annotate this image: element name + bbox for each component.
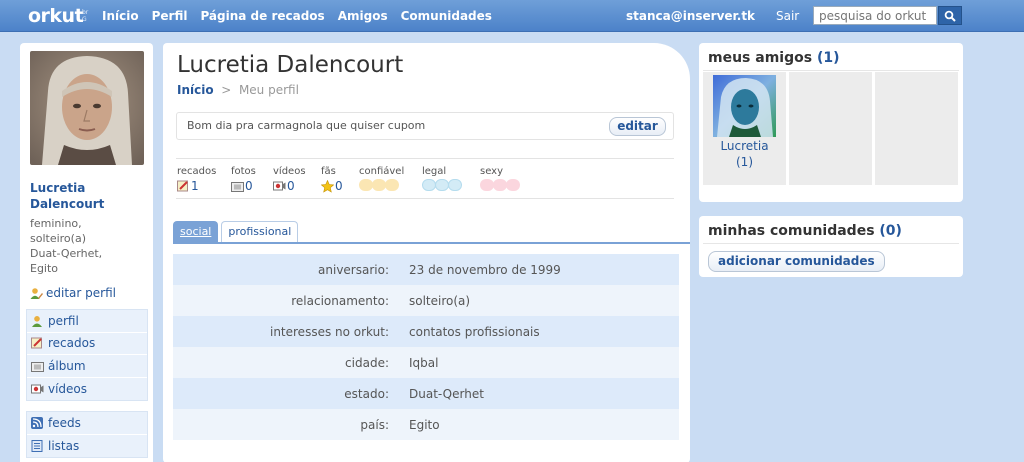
heart-icon bbox=[493, 179, 507, 191]
friend-slot-empty bbox=[875, 72, 958, 185]
breadcrumb-current: Meu perfil bbox=[238, 83, 299, 97]
friends-title[interactable]: meus amigos (1) bbox=[708, 50, 840, 66]
list-icon bbox=[31, 439, 43, 452]
communities-card: minhas comunidades (0) adicionar comunid… bbox=[699, 216, 963, 277]
profile-summary: feminino, solteiro(a) Duat-Qerhet, Egito bbox=[30, 217, 103, 275]
search-button[interactable] bbox=[938, 6, 962, 25]
heart-icon bbox=[480, 179, 494, 191]
page-title: Lucretia Dalencourt bbox=[177, 52, 404, 78]
friend-slot-empty bbox=[789, 72, 872, 185]
logout-link[interactable]: Sair bbox=[776, 9, 799, 23]
edit-status-button[interactable]: editar bbox=[609, 117, 666, 136]
tab-profissional[interactable]: profissional bbox=[221, 221, 299, 242]
search-icon bbox=[944, 10, 956, 22]
user-email[interactable]: stanca@inserver.tk bbox=[626, 9, 755, 23]
friend-avatar[interactable] bbox=[713, 75, 776, 137]
table-row: cidade: Iqbal bbox=[173, 347, 679, 378]
tab-underline bbox=[173, 242, 690, 244]
stat-confiavel[interactable]: confiável bbox=[359, 166, 404, 191]
stat-videos[interactable]: vídeos 0 bbox=[273, 166, 306, 193]
top-bar: orkut br G Início Perfil Página de recad… bbox=[0, 0, 1024, 32]
profile-name-link[interactable]: Lucretia Dalencourt bbox=[30, 180, 148, 212]
profile-main: Lucretia Dalencourt Início > Meu perfil … bbox=[163, 43, 690, 462]
user-icon bbox=[31, 315, 43, 327]
sidebar-item-recados[interactable]: recados bbox=[27, 333, 147, 355]
user-edit-icon bbox=[30, 287, 43, 299]
nav-amigos[interactable]: Amigos bbox=[338, 9, 388, 23]
divider bbox=[176, 158, 674, 159]
sidebar-item-listas[interactable]: listas bbox=[27, 435, 147, 458]
friends-card: meus amigos (1) Lucretia (1) bbox=[699, 43, 963, 202]
breadcrumb-separator: > bbox=[221, 83, 232, 97]
search-input[interactable] bbox=[813, 6, 937, 25]
friend-name[interactable]: Lucretia (1) bbox=[703, 138, 786, 170]
stat-sexy[interactable]: sexy bbox=[480, 166, 520, 191]
sidebar-item-videos[interactable]: vídeos bbox=[27, 378, 147, 401]
orkut-logo[interactable]: orkut bbox=[28, 5, 84, 27]
status-message: Bom dia pra carmagnola que quiser cupom bbox=[187, 119, 426, 132]
video-icon bbox=[273, 180, 286, 192]
avatar[interactable] bbox=[30, 51, 144, 165]
tab-social[interactable]: social bbox=[173, 221, 219, 242]
friend-card[interactable]: Lucretia (1) bbox=[703, 72, 786, 185]
video-icon bbox=[31, 383, 44, 395]
divider bbox=[703, 243, 959, 244]
status-message-box: Bom dia pra carmagnola que quiser cupom … bbox=[176, 112, 674, 140]
smiley-icon bbox=[372, 179, 386, 191]
cool-icons bbox=[422, 179, 462, 191]
nav-recados[interactable]: Página de recados bbox=[200, 9, 324, 23]
ice-cube-icon bbox=[448, 179, 462, 191]
sidebar-item-perfil[interactable]: perfil bbox=[27, 310, 147, 333]
sidebar-item-album[interactable]: álbum bbox=[27, 355, 147, 378]
camera-icon bbox=[231, 180, 244, 192]
heart-icons bbox=[480, 179, 520, 191]
stat-recados[interactable]: recados 1 bbox=[177, 166, 216, 193]
edit-profile-link[interactable]: editar perfil bbox=[30, 286, 116, 300]
breadcrumb-home[interactable]: Início bbox=[177, 83, 214, 97]
smiley-icon bbox=[385, 179, 399, 191]
feed-icon bbox=[31, 416, 43, 429]
breadcrumb: Início > Meu perfil bbox=[177, 83, 299, 97]
feeds-menu: feeds listas bbox=[26, 411, 148, 458]
scrap-icon bbox=[177, 180, 189, 192]
stat-legal[interactable]: legal bbox=[422, 166, 462, 191]
left-sidebar: Lucretia Dalencourt feminino, solteiro(a… bbox=[20, 43, 153, 462]
heart-icon bbox=[506, 179, 520, 191]
nav-comunidades[interactable]: Comunidades bbox=[401, 9, 492, 23]
table-row: interesses no orkut: contatos profission… bbox=[173, 316, 679, 347]
scrap-icon bbox=[31, 337, 43, 349]
stat-fotos[interactable]: fotos 0 bbox=[231, 166, 256, 193]
profile-info-table: aniversario: 23 de novembro de 1999 rela… bbox=[173, 254, 679, 440]
profile-tabs: social profissional bbox=[173, 221, 301, 242]
main-nav: Início Perfil Página de recados Amigos C… bbox=[102, 9, 505, 23]
nav-perfil[interactable]: Perfil bbox=[152, 9, 188, 23]
add-communities-button[interactable]: adicionar comunidades bbox=[708, 251, 885, 272]
logo-superscript: br G bbox=[82, 9, 89, 23]
table-row: aniversario: 23 de novembro de 1999 bbox=[173, 254, 679, 285]
profile-menu: perfil recados álbum vídeos bbox=[26, 309, 148, 401]
divider bbox=[703, 70, 959, 71]
stat-fas[interactable]: fãs 0 bbox=[320, 166, 343, 193]
table-row: relacionamento: solteiro(a) bbox=[173, 285, 679, 316]
camera-icon bbox=[31, 360, 44, 372]
divider bbox=[176, 198, 674, 199]
nav-inicio[interactable]: Início bbox=[102, 9, 139, 23]
table-row: estado: Duat-Qerhet bbox=[173, 378, 679, 409]
table-row: país: Egito bbox=[173, 409, 679, 440]
star-icon bbox=[320, 179, 335, 193]
ice-cube-icon bbox=[422, 179, 436, 191]
communities-title[interactable]: minhas comunidades (0) bbox=[708, 223, 902, 239]
sidebar-item-feeds[interactable]: feeds bbox=[27, 412, 147, 435]
ice-cube-icon bbox=[435, 179, 449, 191]
smiley-icon bbox=[359, 179, 373, 191]
trust-smileys bbox=[359, 179, 404, 191]
